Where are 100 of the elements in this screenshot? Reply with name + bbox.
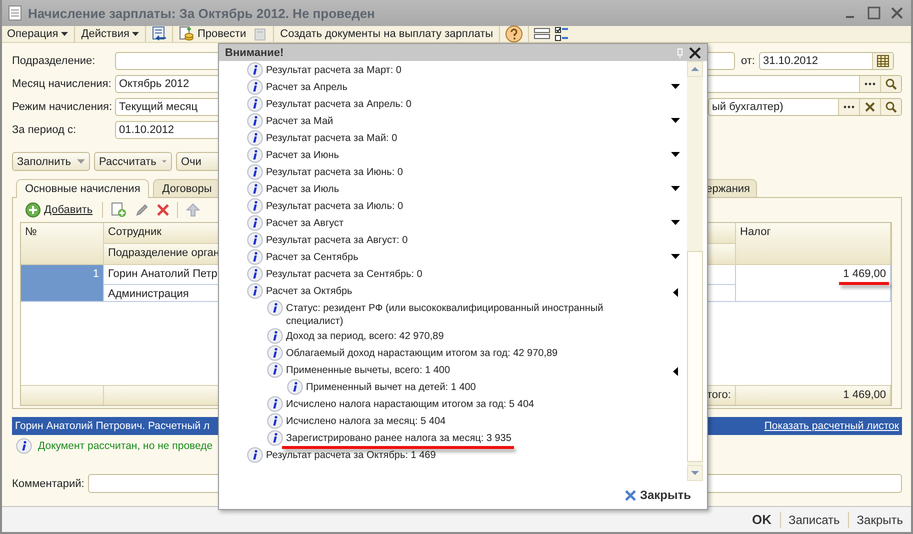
field-label: Режим начисления: <box>12 101 114 113</box>
dialog-button[interactable]: Записать <box>786 512 842 526</box>
status-message: Документ рассчитан, но не проведе <box>38 440 213 452</box>
info-icon <box>247 164 263 180</box>
operation-menu[interactable]: Операция <box>6 28 70 40</box>
info-icon <box>247 249 263 265</box>
expand-arrow-icon[interactable] <box>670 254 680 259</box>
info-icon <box>267 396 283 412</box>
footer-label: того: <box>706 385 736 405</box>
post-button[interactable]: Провести <box>178 26 248 42</box>
dialog-button[interactable]: OK <box>750 512 774 527</box>
message-text: Примененные вычеты, всего: 1 400 <box>285 364 452 378</box>
delete-icon[interactable] <box>156 204 169 216</box>
tab[interactable]: Договоры <box>153 179 221 197</box>
info-icon <box>247 447 263 463</box>
close-icon <box>624 490 636 500</box>
message-text: Результат расчета за Октябрь: 1 469 <box>265 449 437 463</box>
collapse-arrow-icon[interactable] <box>672 288 678 297</box>
info-icon <box>287 379 303 395</box>
footer-total: 1 469,00 <box>736 385 891 405</box>
pencil-icon[interactable] <box>134 203 149 217</box>
caret-icon <box>77 159 85 164</box>
column-header[interactable]: № <box>21 223 104 265</box>
field-label: За период с: <box>12 124 78 136</box>
info-icon <box>247 181 263 197</box>
info-icon <box>247 79 263 95</box>
maximize-icon[interactable] <box>867 6 881 20</box>
expand-arrow-icon[interactable] <box>670 220 680 225</box>
ellipsis-icon[interactable] <box>843 105 855 109</box>
info-icon <box>247 283 263 299</box>
info-icon <box>267 300 283 316</box>
message-text: Результат расчета за Август: 0 <box>265 234 409 248</box>
close-icon[interactable] <box>689 46 701 58</box>
info-icon <box>247 130 263 146</box>
search-icon[interactable] <box>885 78 897 90</box>
add-icon <box>25 202 41 218</box>
message-text: Расчет за Август <box>265 217 345 231</box>
create-payment-documents-button[interactable]: Создать документы на выплату зарплаты <box>279 28 494 40</box>
payslip-link[interactable]: Показать расчетный листок <box>764 420 899 432</box>
column-header[interactable] <box>706 244 736 265</box>
table-cell: 1 <box>21 265 104 302</box>
field-label: Комментарий: <box>12 478 86 490</box>
message-text: Исчислено налога за месяц: 5 404 <box>285 415 447 429</box>
message-text: Расчет за Октябрь <box>265 285 354 299</box>
message-text: Примененный вычет на детей: 1 400 <box>305 381 477 395</box>
message-text: Расчет за Апрель <box>265 81 348 95</box>
info-icon <box>16 438 32 454</box>
info-icon <box>247 232 263 248</box>
column-header[interactable] <box>706 223 736 244</box>
dialog-button[interactable]: Закрыть <box>854 512 905 526</box>
info-icon <box>267 430 283 446</box>
help-icon[interactable] <box>505 25 524 43</box>
info-icon <box>247 198 263 214</box>
responsible-field[interactable]: ый бухгалтер) <box>708 98 902 116</box>
dropdown-button[interactable]: Рассчитать <box>94 152 172 171</box>
field-label: от: <box>741 55 755 67</box>
message-text: Доход за период, всего: 42 970,89 <box>285 330 445 344</box>
close-button[interactable]: Закрыть <box>618 487 697 503</box>
window-title: Начисление зарплаты: За Октябрь 2012. Не проведен <box>28 6 375 20</box>
expand-arrow-icon[interactable] <box>670 118 680 123</box>
expand-arrow-icon[interactable] <box>670 152 680 157</box>
add-button[interactable]: Добавить <box>24 202 94 218</box>
message-text: Результат расчета за Март: 0 <box>265 64 402 78</box>
caret-icon <box>61 32 68 36</box>
collapse-arrow-icon[interactable] <box>672 367 678 376</box>
message-text: Результат расчета за Июнь: 0 <box>265 166 404 180</box>
field-label: Подразделение: <box>12 55 96 67</box>
ellipsis-icon[interactable] <box>864 82 876 86</box>
field-label: Месяц начисления: <box>12 78 112 90</box>
info-icon <box>247 62 263 78</box>
payslip-caption: Горин Анатолий Петрович. Расчетный л <box>15 420 210 432</box>
message-text: Расчет за Июль <box>265 183 340 197</box>
info-icon <box>247 147 263 163</box>
info-icon <box>267 362 283 378</box>
message-text: Результат расчета за Сентябрь: 0 <box>265 268 424 282</box>
message-text: Статус: резидент РФ (или высококвалифицированный иностранный специалист) <box>285 302 604 329</box>
calendar-icon[interactable] <box>876 55 889 67</box>
info-icon <box>247 113 263 129</box>
checklist-icon[interactable] <box>555 27 570 41</box>
column-header[interactable]: Налог <box>736 223 891 265</box>
info-icon <box>267 345 283 361</box>
expand-arrow-icon[interactable] <box>670 186 680 191</box>
clear-icon[interactable] <box>865 102 875 112</box>
copy-add-icon[interactable] <box>110 202 127 218</box>
table-cell: 1 469,00 <box>736 265 891 302</box>
actions-menu[interactable]: Действия <box>80 28 140 40</box>
message-text: Исчислено налога нарастающим итогом за год: 5 404 <box>285 398 536 412</box>
info-icon <box>267 413 283 429</box>
table-settings-icon[interactable] <box>534 27 550 41</box>
scrollbar[interactable] <box>687 61 703 481</box>
tab[interactable]: Основные начисления <box>16 179 150 198</box>
info-icon <box>247 96 263 112</box>
popup-title: Внимание! <box>225 46 284 58</box>
info-icon <box>247 215 263 231</box>
dropdown-button[interactable]: Заполнить <box>12 152 90 171</box>
message-text: Расчет за Сентябрь <box>265 251 360 265</box>
expand-arrow-icon[interactable] <box>670 84 680 89</box>
info-icon <box>247 266 263 282</box>
search-icon[interactable] <box>885 101 897 113</box>
date-field[interactable]: 31.10.2012 <box>758 52 894 70</box>
